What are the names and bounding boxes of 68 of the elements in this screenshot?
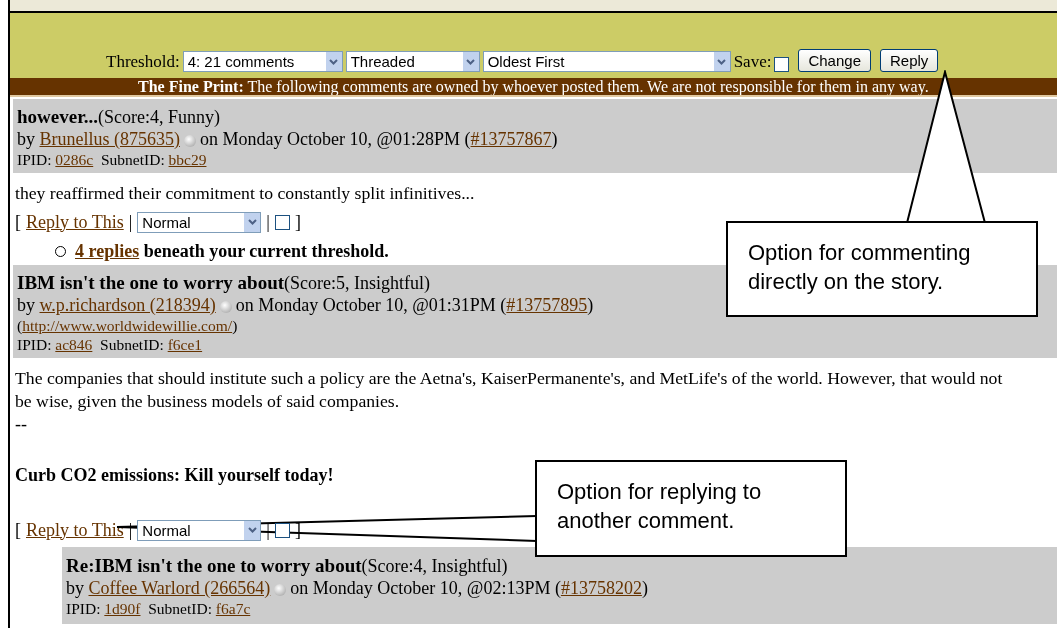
subnet-link[interactable]: f6ce1 <box>167 336 203 353</box>
callout-box: Option for replying to another comment. <box>535 460 847 557</box>
action-button[interactable]: Reply <box>880 49 939 72</box>
parenthesis: ( <box>464 129 471 149</box>
subnet-label: SubnetID: <box>100 151 165 168</box>
subnet-label: SubnetID: <box>148 600 212 617</box>
fine-print: The Fine Print: The following comments are owned by whoever posted them. We are not responsible for them in any way. <box>10 78 1057 97</box>
dropdown[interactable]: Threaded <box>345 51 480 72</box>
byline-text: by <box>17 295 35 315</box>
action-button[interactable]: Change <box>798 49 871 72</box>
status-icon <box>274 583 287 596</box>
threshold-label: Threshold: <box>106 52 180 72</box>
comment-id-link[interactable]: #13758202 <box>560 578 642 598</box>
parenthesis: ( <box>500 295 507 315</box>
ipid-link[interactable]: 0286c <box>55 151 94 168</box>
comment-id-link[interactable]: #13757867 <box>470 129 552 149</box>
parenthesis: ) <box>641 578 648 598</box>
author-link[interactable]: Brunellus (875635) <box>39 129 180 149</box>
dropdown[interactable]: Normal <box>137 211 262 233</box>
ipid-label: IPID: <box>17 151 52 168</box>
byline-text: by <box>17 129 35 149</box>
parenthesis: ) <box>232 317 238 334</box>
replies-note: 4 replies beneath your current threshold. <box>75 240 389 262</box>
comment-title: IBM isn't the one to worry about <box>17 272 285 293</box>
parenthesis: ) <box>587 295 594 315</box>
dropdown[interactable]: Normal <box>137 519 262 541</box>
comment-title: Re:IBM isn't the one to worry about <box>66 555 362 576</box>
subnet-label: SubnetID: <box>100 336 164 353</box>
comment-id-link[interactable]: #13757895 <box>506 295 588 315</box>
author-link[interactable]: w.p.richardson (218394) <box>39 295 216 315</box>
signature-text: Curb CO2 emissions: Kill yourself today! <box>15 465 334 485</box>
signature-separator: -- <box>15 414 27 434</box>
reply-link[interactable]: Reply to This <box>26 211 124 233</box>
ipid-label: IPID: <box>66 600 101 617</box>
separator-mark: [ <box>15 211 21 233</box>
dropdown[interactable]: 4: 21 comments <box>182 51 343 72</box>
comment-date: on Monday October 10, @02:13PM <box>290 578 551 598</box>
author-link[interactable]: Coffee Warlord (266564) <box>88 578 271 598</box>
ipid-link[interactable]: ac846 <box>55 336 93 353</box>
separator-mark: [ <box>15 519 21 541</box>
dropdown[interactable]: Oldest First <box>482 51 731 72</box>
reply-link[interactable]: Reply to This <box>26 519 124 541</box>
homepage-link[interactable]: http://www.worldwidewillie.com/ <box>22 317 233 334</box>
checkbox[interactable] <box>274 214 290 230</box>
separator-mark: ] <box>294 211 301 233</box>
replies-link[interactable]: 4 replies <box>75 240 140 261</box>
parenthesis: ( <box>554 578 561 598</box>
comment-score: (Score:4, Insightful) <box>361 556 508 576</box>
subnet-link[interactable]: bbc29 <box>168 151 207 168</box>
comment-score: (Score:5, Insightful) <box>284 273 431 293</box>
comment-body: they reaffirmed their commitment to constantly split infinitives... <box>14 182 476 205</box>
status-icon <box>184 134 196 147</box>
ipid-label: IPID: <box>17 336 52 353</box>
comment-body: The companies that should institute such a policy are the Aetna's, KaiserPermanente's, and MetLife's of the world. However, that would not be wise, given the business models of said companies. <box>14 367 1004 413</box>
status-icon <box>219 300 232 313</box>
byline-text: by <box>66 578 84 598</box>
parenthesis: ) <box>551 129 558 149</box>
parenthesis: ( <box>17 317 23 334</box>
comment-title: however... <box>17 106 99 127</box>
comment-date: on Monday October 10, @01:28PM <box>200 129 461 149</box>
comment-score: (Score:4, Funny) <box>98 107 221 127</box>
comment-date: on Monday October 10, @01:31PM <box>235 295 496 315</box>
separator-mark: | <box>128 211 133 233</box>
save-checkbox[interactable] <box>774 57 790 72</box>
subnet-link[interactable]: f6a7c <box>215 600 251 617</box>
ipid-link[interactable]: 1d90f <box>104 600 141 617</box>
separator-mark: | <box>266 211 270 233</box>
save-label: Save: <box>733 52 772 72</box>
